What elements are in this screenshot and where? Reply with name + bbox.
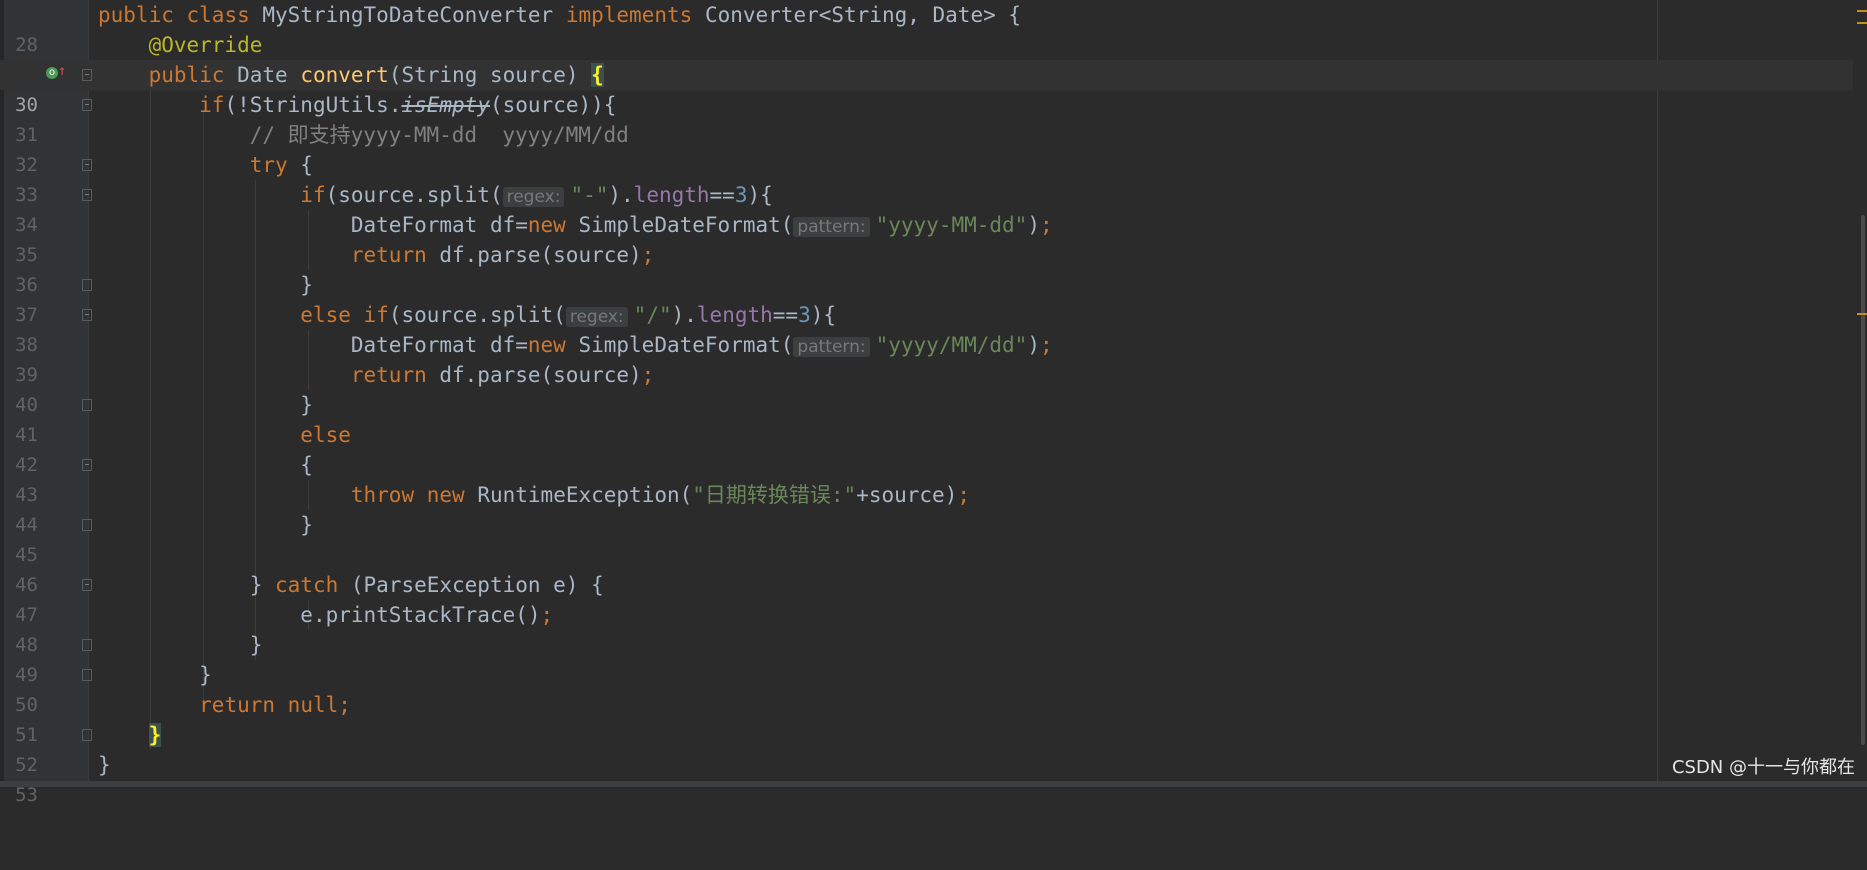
code-line-44[interactable]: 44 throw new RuntimeException("日期转换错误:"+… xyxy=(0,480,1867,536)
error-stripe-marker[interactable] xyxy=(1857,313,1867,315)
code-line-32[interactable]: 32 // 即支持yyyy-MM-dd yyyy/MM/dd xyxy=(0,120,1867,176)
code-text: return df.parse(source); xyxy=(350,243,655,267)
vertical-scrollbar[interactable] xyxy=(1853,0,1867,787)
code-text: // 即支持yyyy-MM-dd yyyy/MM/dd xyxy=(249,123,629,147)
code-line-36[interactable]: 36 return df.parse(source); xyxy=(0,240,1867,296)
code-text: e.printStackTrace(); xyxy=(300,603,554,627)
code-text: } xyxy=(98,720,162,750)
fold-end-icon[interactable] xyxy=(82,399,92,411)
parameter-hint: regex: xyxy=(565,307,628,327)
parameter-hint: pattern: xyxy=(793,337,870,357)
fold-end-icon[interactable] xyxy=(82,519,92,531)
code-text: public Date convert(String source) { xyxy=(148,63,604,87)
code-text: DateFormat df=new SimpleDateFormat(patte… xyxy=(350,213,1053,237)
fold-end-icon[interactable] xyxy=(82,729,92,741)
bottom-scrollbar[interactable] xyxy=(0,781,1867,787)
fold-toggle-icon[interactable] xyxy=(82,579,92,591)
code-line-35[interactable]: 35 DateFormat df=new SimpleDateFormat(pa… xyxy=(0,210,1867,266)
code-editor[interactable]: 28 public class MyStringToDateConverter … xyxy=(0,0,1867,806)
fold-toggle-icon[interactable] xyxy=(82,309,92,321)
code-line-41[interactable]: 41 } xyxy=(0,390,1867,446)
code-line-45[interactable]: 45 } xyxy=(0,510,1867,566)
code-text: try { xyxy=(249,153,313,177)
fold-toggle-icon[interactable] xyxy=(82,99,92,111)
code-text: @Override xyxy=(148,33,263,57)
code-line-39[interactable]: 39 DateFormat df=new SimpleDateFormat(pa… xyxy=(0,330,1867,386)
fold-end-icon[interactable] xyxy=(82,669,92,681)
code-line-34[interactable]: 34 if(source.split(regex: "-").length==3)… xyxy=(0,180,1867,236)
code-text: } xyxy=(249,633,263,657)
fold-end-icon[interactable] xyxy=(82,279,92,291)
code-text: } xyxy=(300,273,313,297)
fold-end-icon[interactable] xyxy=(82,639,92,651)
fold-toggle-icon[interactable] xyxy=(82,69,92,81)
code-line-28[interactable]: 28 public class MyStringToDateConverter … xyxy=(0,0,1867,56)
error-stripe-marker[interactable] xyxy=(1857,10,1867,12)
scrollbar-thumb[interactable] xyxy=(1861,215,1865,745)
code-line-51[interactable]: 51 return null; xyxy=(0,690,1867,746)
matched-brace: } xyxy=(148,723,162,747)
fold-toggle-icon[interactable] xyxy=(82,189,92,201)
code-line-38[interactable]: 38 else if(source.split(regex: "/").lengt… xyxy=(0,300,1867,356)
code-text: if(source.split(regex: "-").length==3){ xyxy=(300,183,773,207)
code-line-29[interactable]: 29 @Override xyxy=(0,30,1867,86)
code-text: public class MyStringToDateConverter imp… xyxy=(98,3,1022,27)
code-line-48[interactable]: 48 e.printStackTrace(); xyxy=(0,600,1867,656)
code-line-37[interactable]: 37 } xyxy=(0,270,1867,326)
error-stripe-marker[interactable] xyxy=(1857,22,1867,24)
code-text: DateFormat df=new SimpleDateFormat(patte… xyxy=(350,333,1053,357)
code-text: } xyxy=(300,393,313,417)
parameter-hint: pattern: xyxy=(793,217,870,237)
code-text: if(!StringUtils.isEmpty(source)){ xyxy=(199,93,617,117)
code-line-50[interactable]: 50 } xyxy=(0,660,1867,716)
code-text: else if(source.split(regex: "/").length==… xyxy=(300,303,837,327)
code-line-49[interactable]: 49 } xyxy=(0,630,1867,686)
arrow-up-icon[interactable]: ↑ xyxy=(58,64,66,78)
parameter-hint: regex: xyxy=(502,187,565,207)
code-line-46[interactable]: 46 xyxy=(0,540,1867,596)
code-text: } catch (ParseException e) { xyxy=(249,573,604,597)
code-line-30[interactable]: 30 o ↑ public Date convert(String source… xyxy=(0,60,1867,116)
code-text: throw new RuntimeException("日期转换错误:"+sou… xyxy=(350,483,971,507)
code-line-31[interactable]: 31 if(!StringUtils.isEmpty(source)){ xyxy=(0,90,1867,146)
matched-brace: { xyxy=(591,63,604,87)
code-text: } xyxy=(98,753,111,777)
code-text: } xyxy=(300,513,313,537)
code-line-43[interactable]: 43 { xyxy=(0,450,1867,506)
code-text: } xyxy=(199,663,212,687)
fold-toggle-icon[interactable] xyxy=(82,459,92,471)
code-line-42[interactable]: 42 else xyxy=(0,420,1867,476)
code-text: { xyxy=(300,453,313,477)
fold-toggle-icon[interactable] xyxy=(82,159,92,171)
code-line-53[interactable]: 53 } xyxy=(0,750,1867,806)
code-text: return df.parse(source); xyxy=(350,363,655,387)
code-text: return null; xyxy=(199,693,351,717)
code-line-52[interactable]: 52 } xyxy=(0,720,1867,776)
code-text: else xyxy=(300,423,351,447)
code-line-47[interactable]: 47 } catch (ParseException e) { xyxy=(0,570,1867,626)
watermark: CSDN @十一与你都在 xyxy=(1671,757,1855,778)
code-line-33[interactable]: 33 try { xyxy=(0,150,1867,206)
overrides-method-icon[interactable]: o xyxy=(46,67,58,79)
code-line-40[interactable]: 40 return df.parse(source); xyxy=(0,360,1867,416)
